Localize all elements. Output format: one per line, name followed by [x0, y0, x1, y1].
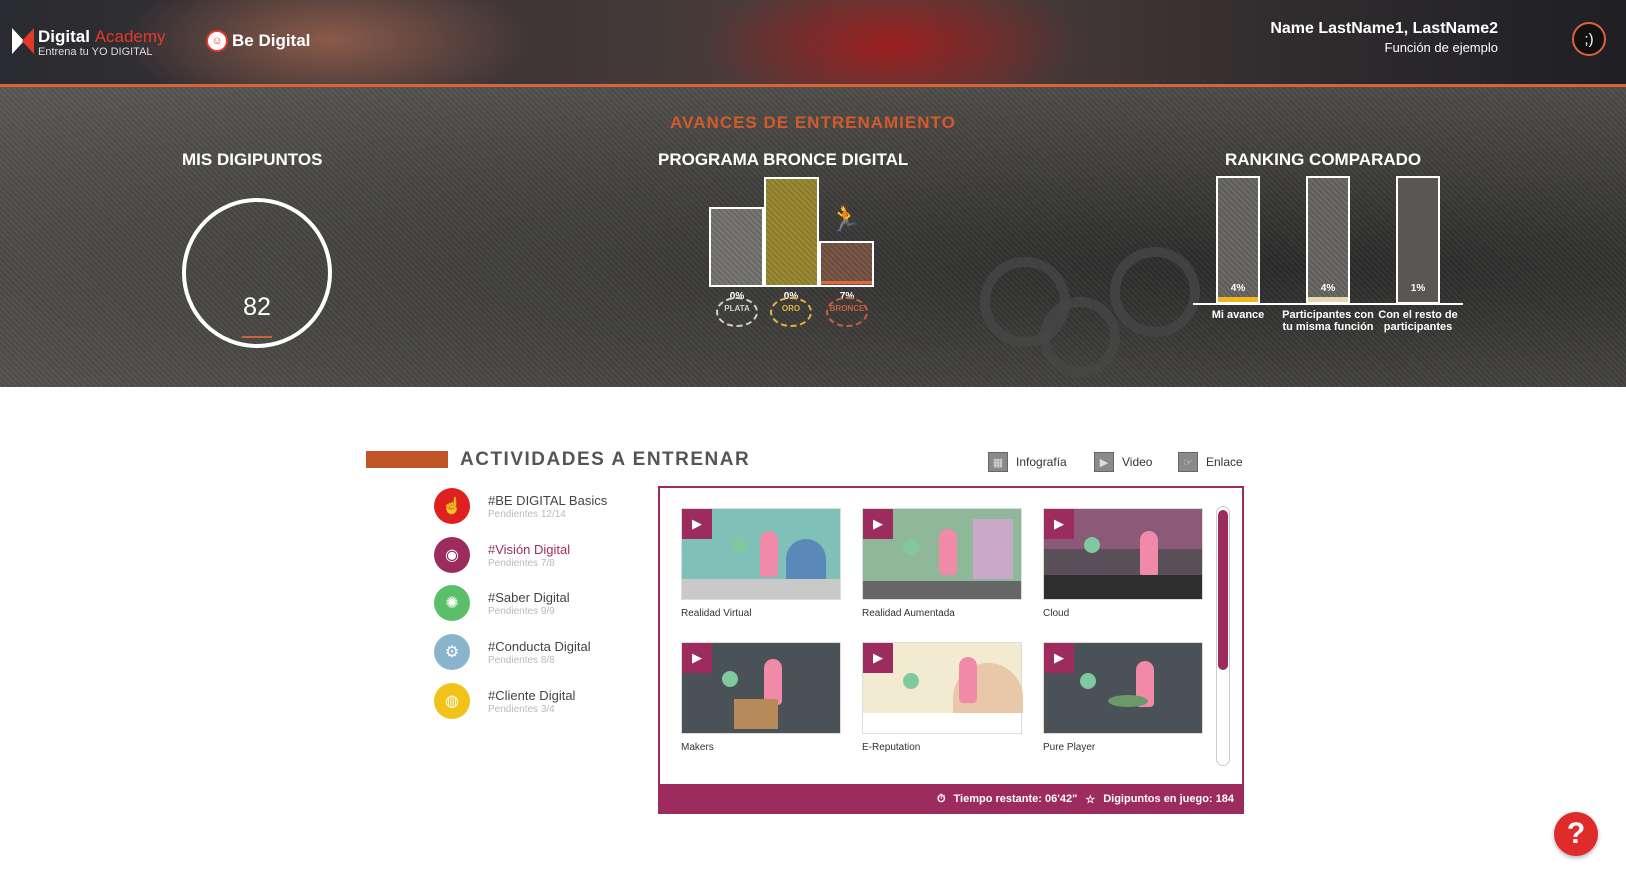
activity-card-makers[interactable]: ▶	[681, 642, 841, 734]
brain-icon: ✺	[434, 585, 470, 621]
category-name: #Cliente Digital	[488, 687, 576, 703]
eye-icon: ◉	[434, 537, 470, 573]
time-remaining: Tiempo restante: 06'42"	[953, 793, 1078, 805]
activities-accent-bar	[366, 451, 448, 468]
video-icon: ▶	[1094, 452, 1114, 472]
bronce-medal: 7% BRONCE	[824, 291, 870, 327]
help-button[interactable]: ?	[1554, 812, 1598, 856]
runner-icon: 🏃	[829, 203, 862, 233]
link-icon: ☞	[1178, 452, 1198, 472]
category-name: #Visión Digital	[488, 541, 571, 557]
category-conducta-digital[interactable]: ⚙ #Conducta Digital Pendientes 8/8	[434, 634, 591, 670]
training-progress-panel: AVANCES DE ENTRENAMIENTO MIS DIGIPUNTOS …	[0, 87, 1626, 387]
oro-bar	[764, 177, 819, 287]
rank-bar-same-role: 4%	[1306, 176, 1350, 304]
category-pending: Pendientes 12/14	[488, 508, 566, 520]
card-title: E-Reputation	[862, 742, 921, 753]
activity-card-realidad-aumentada[interactable]: ▶	[862, 508, 1022, 600]
legend-infographic-label: Infografía	[1016, 455, 1067, 469]
card-title: Realidad Virtual	[681, 608, 752, 619]
globe-icon: ◍	[434, 683, 470, 719]
video-icon: ▶	[682, 509, 712, 539]
plata-bar	[709, 207, 764, 287]
program-title: PROGRAMA BRONCE DIGITAL	[658, 150, 909, 169]
card-title: Makers	[681, 742, 714, 753]
category-name: #Saber Digital	[488, 589, 570, 605]
video-icon: ▶	[1044, 643, 1074, 673]
ranking-title: RANKING COMPARADO	[1225, 150, 1422, 169]
infographic-icon: ▦	[988, 452, 1008, 472]
be-digital-label: Be Digital	[232, 31, 311, 50]
logo-subtitle: Entrena tu YO DIGITAL	[38, 46, 153, 58]
category-saber-digital[interactable]: ✺ #Saber Digital Pendientes 9/9	[434, 585, 570, 621]
card-title: Realidad Aumentada	[862, 608, 955, 619]
plata-medal: 0% PLATA	[714, 291, 760, 327]
category-name: #BE DIGITAL Basics	[488, 492, 608, 508]
activities-title: ACTIVIDADES A ENTRENAR	[460, 449, 751, 470]
category-cliente-digital[interactable]: ◍ #Cliente Digital Pendientes 3/4	[434, 683, 575, 719]
video-icon: ▶	[1044, 509, 1074, 539]
video-icon: ▶	[682, 643, 712, 673]
logo-title: Digital	[38, 27, 90, 46]
card-title: Pure Player	[1043, 742, 1096, 753]
rank-pct-others: 1%	[1410, 283, 1426, 294]
rank-bar-mine: 4%	[1216, 176, 1260, 304]
activity-card-cloud[interactable]: ▶	[1043, 508, 1203, 600]
wreath-icon	[770, 297, 812, 327]
timer-icon: ⏱	[936, 792, 946, 805]
wreath-icon	[826, 297, 868, 327]
rank-label-same-role: Participantes con tu misma función	[1282, 309, 1374, 334]
panel-scrollbar-thumb[interactable]	[1218, 510, 1228, 670]
rank-label-others: Con el resto de participantes	[1378, 309, 1458, 334]
category-vision-digital[interactable]: ◉ #Visión Digital Pendientes 7/8	[434, 537, 570, 573]
activity-card-realidad-virtual[interactable]: ▶	[681, 508, 841, 600]
avatar[interactable]: ;)	[1572, 22, 1606, 56]
user-info: Name LastName1, LastName2 Función de eje…	[1270, 20, 1498, 55]
user-role: Función de ejemplo	[1384, 40, 1498, 55]
star-icon: ☆	[1085, 793, 1096, 806]
category-be-digital-basics[interactable]: ☝ #BE DIGITAL Basics Pendientes 12/14	[434, 488, 607, 524]
digipoints-circle	[182, 198, 332, 348]
rank-label-mine: Mi avance	[1211, 309, 1265, 321]
activity-card-pure-player[interactable]: ▶	[1043, 642, 1203, 734]
top-header: Digital Academy Entrena tu YO DIGITAL ☺ …	[0, 0, 1626, 84]
people-icon: ⚙	[434, 634, 470, 670]
legend-link-label: Enlace	[1206, 455, 1243, 469]
activity-card-e-reputation[interactable]: ▶	[862, 642, 1023, 734]
category-pending: Pendientes 9/9	[488, 605, 555, 617]
legend-infographic[interactable]: ▦ Infografía	[988, 452, 1067, 472]
rank-pct-same-role: 4%	[1320, 283, 1336, 294]
wreath-icon	[716, 297, 758, 327]
panel-footer: ⏱ Tiempo restante: 06'42" ☆ Digipuntos e…	[658, 784, 1244, 814]
digipoints-value: 82	[243, 293, 271, 321]
category-pending: Pendientes 8/8	[488, 654, 555, 666]
rank-pct-mine: 4%	[1230, 283, 1246, 294]
rank-bar-others: 1%	[1396, 176, 1440, 304]
digipoints-title: MIS DIGIPUNTOS	[182, 150, 323, 169]
video-icon: ▶	[863, 509, 893, 539]
category-name: #Conducta Digital	[488, 638, 591, 654]
digital-academy-logo[interactable]: Digital Academy Entrena tu YO DIGITAL	[12, 28, 166, 58]
logo-title-accent: Academy	[94, 27, 166, 46]
legend-video-label: Video	[1122, 455, 1153, 469]
digipoints-at-stake: Digipuntos en juego: 184	[1103, 793, 1234, 805]
oro-medal: 0% ORO	[768, 291, 814, 327]
user-name: Name LastName1, LastName2	[1270, 20, 1498, 37]
video-icon: ▶	[863, 643, 893, 673]
card-title: Cloud	[1043, 608, 1070, 619]
category-pending: Pendientes 3/4	[488, 703, 555, 715]
be-digital-brand[interactable]: ☺ Be Digital	[206, 30, 310, 52]
touch-icon: ☝	[434, 488, 470, 524]
category-pending: Pendientes 7/8	[488, 557, 555, 569]
legend-video[interactable]: ▶ Video	[1094, 452, 1152, 472]
training-progress-title: AVANCES DE ENTRENAMIENTO	[670, 113, 956, 132]
legend-link[interactable]: ☞ Enlace	[1178, 452, 1243, 472]
logo-mark-icon	[12, 28, 34, 54]
be-digital-icon: ☺	[206, 30, 228, 52]
